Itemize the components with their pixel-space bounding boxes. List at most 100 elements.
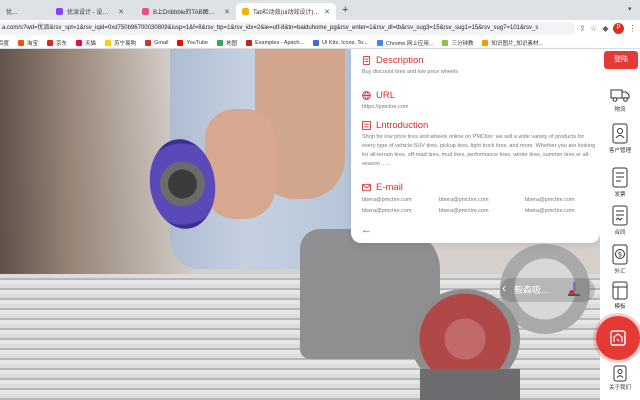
bookmark-item[interactable]: 淘宝 bbox=[18, 39, 38, 47]
introduction-text: Shop for low price tires and wheels onli… bbox=[362, 134, 596, 167]
url-input[interactable]: a.com/s?wd=优派&rsv_spt=1&rsv_iqid=0xd750b… bbox=[0, 22, 575, 35]
bookmark-favicon-icon bbox=[177, 39, 184, 46]
globe-icon bbox=[362, 91, 371, 100]
tab-favicon-icon bbox=[242, 8, 249, 15]
bookmark-item[interactable]: 京东 bbox=[47, 39, 67, 47]
site-info-panel: Description Buy discount tires and low p… bbox=[351, 49, 600, 243]
sidebar-item-label: 物流 bbox=[614, 107, 626, 113]
bookmark-favicon-icon bbox=[76, 39, 83, 46]
extension-icon[interactable]: ◆ bbox=[600, 23, 611, 34]
section-title: URL bbox=[376, 90, 396, 101]
about-user-icon bbox=[613, 365, 627, 382]
email-list: bbera@pmctire.com bbera@pmctire.com bber… bbox=[362, 195, 598, 217]
browser-tab[interactable]: 优派设计 - 设计师必备网址导航 bbox=[0, 3, 28, 20]
star-icon[interactable]: ☆ bbox=[588, 23, 599, 34]
overlay-label: 般森吸... bbox=[514, 285, 549, 295]
sidebar-item-about[interactable]: 关于我们 bbox=[602, 365, 638, 391]
bookmark-item[interactable]: YouTube bbox=[177, 39, 208, 46]
bookmark-favicon-icon bbox=[18, 39, 25, 46]
browser-tab-strip: 优派设计 - 设计师必备网址导航 优派设计 - 设计师必备网址导航 ✕ B上Dr… bbox=[0, 0, 640, 20]
sidebar-item-contract[interactable]: 合同 bbox=[602, 205, 638, 236]
bookmark-favicon-icon bbox=[482, 39, 489, 46]
tab-favicon-icon bbox=[56, 8, 63, 15]
bookmarks-bar: 百度 淘宝 京东 天猫 苏宁易购 Gmail YouTube 地图 Exampl… bbox=[0, 37, 640, 49]
login-button[interactable]: 登陆 bbox=[604, 51, 638, 69]
template-icon bbox=[612, 281, 628, 300]
introduction-section: Lntroduction Shop for low price tires an… bbox=[362, 120, 598, 169]
bookmark-item[interactable]: 地图 bbox=[217, 39, 237, 47]
profile-avatar[interactable]: P bbox=[613, 23, 624, 34]
building-icon bbox=[610, 330, 626, 346]
floating-action-button[interactable] bbox=[596, 316, 640, 360]
address-bar: a.com/s?wd=优派&rsv_spt=1&rsv_iqid=0xd750b… bbox=[0, 20, 640, 37]
browser-tab[interactable]: B上Dribbble的TAB图标设计? ✕ bbox=[136, 3, 236, 20]
close-icon[interactable]: ✕ bbox=[224, 8, 230, 16]
bookmark-favicon-icon bbox=[442, 39, 449, 46]
tab-title: 优派设计 - 设计师必备网址导航 bbox=[6, 10, 22, 16]
section-title: E-mail bbox=[376, 182, 403, 193]
sidebar-item-invoice[interactable]: 发票 bbox=[602, 167, 638, 198]
email-link[interactable]: bbera@pmctire.com bbox=[525, 195, 598, 206]
email-link[interactable]: bbera@pmctire.com bbox=[525, 206, 598, 217]
sidebar-item-label: 客户管理 bbox=[608, 148, 631, 154]
contact-card-icon bbox=[612, 123, 628, 144]
email-link[interactable]: bbera@pmctire.com bbox=[439, 195, 525, 206]
url-section: URL https://pmctire.com bbox=[362, 90, 598, 112]
new-tab-icon[interactable]: + bbox=[342, 4, 348, 16]
bookmark-item[interactable]: 知识图片_知识素材... bbox=[482, 39, 543, 47]
sidebar-item-forex[interactable]: $ 外汇 bbox=[602, 244, 638, 275]
tab-title: 优派设计 - 设计师必备网址导航 bbox=[67, 10, 115, 16]
sidebar-item-logistics[interactable]: 物流 bbox=[602, 86, 638, 113]
tab-title: Tab栏动效(ui动效设计)的shi bbox=[253, 10, 321, 16]
email-link[interactable]: bbera@pmctire.com bbox=[362, 206, 439, 217]
share-icon[interactable]: ⇪ bbox=[577, 23, 588, 34]
email-link[interactable]: bbera@pmctire.com bbox=[362, 195, 439, 206]
list-icon bbox=[362, 121, 371, 130]
bookmark-item[interactable]: 苏宁易购 bbox=[105, 39, 136, 47]
close-icon[interactable]: ✕ bbox=[118, 8, 124, 16]
currency-icon: $ bbox=[612, 244, 628, 265]
bookmark-favicon-icon bbox=[246, 39, 253, 46]
browser-tab[interactable]: 优派设计 - 设计师必备网址导航 ✕ bbox=[50, 3, 130, 20]
description-section: Description Buy discount tires and low p… bbox=[362, 55, 598, 77]
section-title: Lntroduction bbox=[376, 120, 429, 131]
svg-text:$: $ bbox=[618, 251, 622, 259]
truck-icon bbox=[610, 89, 630, 102]
site-url-link[interactable]: https://pmctire.com bbox=[362, 103, 598, 112]
bookmark-item[interactable]: Examples - Apach... bbox=[246, 39, 304, 46]
chevron-down-icon[interactable]: ▾ bbox=[628, 5, 632, 13]
bookmark-favicon-icon bbox=[376, 39, 383, 46]
bookmark-item[interactable]: Chrome 网上应用... bbox=[376, 39, 433, 47]
sidebar-item-label: 合同 bbox=[614, 230, 626, 236]
bookmark-favicon-icon bbox=[105, 39, 112, 46]
bookmark-item[interactable]: 天猫 bbox=[76, 39, 96, 47]
section-title: Description bbox=[376, 55, 424, 66]
bookmark-item[interactable]: UI Kits, Icons, To... bbox=[313, 39, 368, 46]
description-text: Buy discount tires and low price wheels bbox=[362, 69, 458, 75]
document-icon bbox=[362, 56, 371, 65]
sidebar-item-label: 外汇 bbox=[614, 269, 626, 275]
chevron-left-icon[interactable]: ‹ bbox=[502, 281, 506, 295]
vacuum-thumbnail-icon bbox=[568, 282, 580, 296]
bookmark-favicon-icon bbox=[47, 39, 54, 46]
arrow-left-icon[interactable]: ← bbox=[361, 225, 372, 236]
bookmark-item[interactable]: 百度 bbox=[0, 39, 9, 47]
sidebar-item-label: 关于我们 bbox=[608, 385, 631, 391]
sidebar-item-customers[interactable]: 客户管理 bbox=[602, 123, 638, 154]
close-icon[interactable]: ✕ bbox=[324, 8, 330, 16]
bookmark-item[interactable]: Gmail bbox=[145, 39, 168, 46]
sidebar-item-label: 模板 bbox=[614, 304, 626, 310]
bookmark-favicon-icon bbox=[313, 39, 320, 46]
email-link[interactable]: bbera@pmctire.com bbox=[439, 206, 525, 217]
email-section: E-mail bbera@pmctire.com bbera@pmctire.c… bbox=[362, 182, 598, 217]
bookmark-favicon-icon bbox=[217, 39, 224, 46]
browser-tab-active[interactable]: Tab栏动效(ui动效设计)的shi ✕ bbox=[236, 3, 336, 20]
sidebar-item-label: 发票 bbox=[614, 192, 626, 198]
tab-favicon-icon bbox=[142, 8, 149, 15]
bookmark-favicon-icon bbox=[145, 39, 152, 46]
mail-icon bbox=[362, 183, 371, 192]
more-menu-icon[interactable]: ⋮ bbox=[627, 23, 638, 34]
bookmark-item[interactable]: 三分钟教 bbox=[442, 39, 473, 47]
tab-title: B上Dribbble的TAB图标设计? bbox=[153, 10, 221, 16]
sidebar-item-template[interactable]: 模板 bbox=[602, 281, 638, 310]
